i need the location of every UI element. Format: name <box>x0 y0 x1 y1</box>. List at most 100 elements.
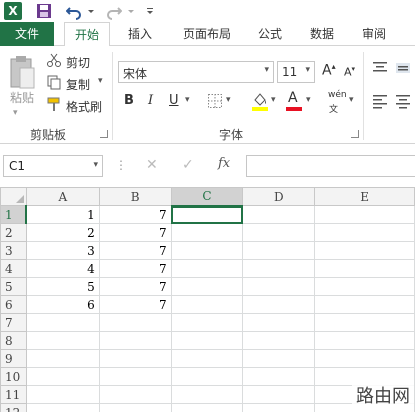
copy-icon[interactable] <box>46 74 62 90</box>
fill-color-button[interactable] <box>251 90 269 112</box>
row-header[interactable]: 7 <box>0 313 27 332</box>
cell-e1[interactable] <box>314 205 415 224</box>
borders-icon[interactable] <box>207 93 223 109</box>
cell-d5[interactable] <box>242 277 316 296</box>
phonetic-dropdown-icon[interactable]: ▾ <box>349 95 354 105</box>
formula-bar-splitter[interactable]: ⋮ <box>115 158 127 172</box>
cell-d9[interactable] <box>242 349 316 368</box>
cell-e10[interactable] <box>314 367 415 386</box>
cell-e9[interactable] <box>314 349 415 368</box>
tab-file[interactable]: 文件 <box>0 22 54 46</box>
cell-a8[interactable] <box>25 331 100 350</box>
copy-label[interactable]: 复制 <box>66 76 90 93</box>
redo-dropdown-icon[interactable] <box>126 2 136 20</box>
row-header[interactable]: 5 <box>0 277 27 296</box>
cell-a2[interactable]: 2 <box>25 223 100 242</box>
row-header[interactable]: 10 <box>0 367 27 386</box>
tab-data[interactable]: 数据 <box>304 22 340 46</box>
select-all-corner[interactable] <box>0 187 27 206</box>
cell-c8[interactable] <box>170 331 244 350</box>
align-center-icon[interactable] <box>395 93 411 109</box>
cut-icon[interactable] <box>46 52 62 68</box>
enter-icon[interactable]: ✓ <box>182 157 196 173</box>
font-launcher-icon[interactable] <box>351 130 359 138</box>
row-header[interactable]: 1 <box>0 205 28 224</box>
italic-button[interactable]: I <box>148 93 153 108</box>
cell-e2[interactable] <box>314 223 415 242</box>
cell-d10[interactable] <box>242 367 316 386</box>
cancel-icon[interactable]: ✕ <box>146 157 160 173</box>
font-size-select[interactable]: 11 ▾ <box>277 61 315 83</box>
cell-d7[interactable] <box>242 313 316 332</box>
cell-d2[interactable] <box>242 223 316 242</box>
cell-d11[interactable] <box>242 385 316 404</box>
tab-page-layout[interactable]: 页面布局 <box>174 22 240 46</box>
cell-d12[interactable] <box>242 403 316 412</box>
cell-a7[interactable] <box>25 313 100 332</box>
cell-e5[interactable] <box>314 277 415 296</box>
align-left-icon[interactable] <box>372 93 388 109</box>
row-header[interactable]: 4 <box>0 259 27 278</box>
borders-dropdown-icon[interactable]: ▾ <box>226 95 231 105</box>
undo-dropdown-icon[interactable] <box>86 2 96 20</box>
underline-button[interactable]: U <box>169 93 179 108</box>
cell-a1[interactable]: 1 <box>25 205 100 224</box>
underline-dropdown-icon[interactable]: ▾ <box>185 95 190 105</box>
phonetic-guide-button[interactable]: wén <box>328 90 347 100</box>
cut-label[interactable]: 剪切 <box>66 54 90 71</box>
cell-b12[interactable] <box>98 403 172 412</box>
cell-c12[interactable] <box>170 403 244 412</box>
cell-b6[interactable]: 7 <box>98 295 172 314</box>
cell-c6[interactable] <box>170 295 244 314</box>
cell-c3[interactable] <box>170 241 244 260</box>
format-painter-icon[interactable] <box>46 96 62 112</box>
column-header[interactable]: A <box>25 187 100 206</box>
cell-b3[interactable]: 7 <box>98 241 172 260</box>
font-color-dropdown-icon[interactable]: ▾ <box>306 95 311 105</box>
cell-e4[interactable] <box>314 259 415 278</box>
cell-c5[interactable] <box>170 277 244 296</box>
cell-a11[interactable] <box>25 385 100 404</box>
cell-b5[interactable]: 7 <box>98 277 172 296</box>
name-box-dropdown-icon[interactable]: ▾ <box>93 160 98 170</box>
top-align-icon[interactable] <box>372 60 388 76</box>
insert-function-button[interactable]: fx <box>218 156 234 171</box>
format-painter-label[interactable]: 格式刷 <box>66 98 102 115</box>
column-header[interactable]: D <box>242 187 316 206</box>
cell-b4[interactable]: 7 <box>98 259 172 278</box>
shrink-font-button[interactable]: A▾ <box>344 65 355 79</box>
tab-formulas[interactable]: 公式 <box>252 22 288 46</box>
cell-c11[interactable] <box>170 385 244 404</box>
cell-e3[interactable] <box>314 241 415 260</box>
row-header[interactable]: 2 <box>0 223 27 242</box>
cell-b8[interactable] <box>98 331 172 350</box>
redo-icon[interactable] <box>106 2 123 20</box>
bold-button[interactable]: B <box>124 93 134 108</box>
row-header[interactable]: 9 <box>0 349 27 368</box>
column-header-selected[interactable]: C <box>170 187 244 207</box>
tab-home[interactable]: 开始 <box>64 22 110 47</box>
cell-b10[interactable] <box>98 367 172 386</box>
cell-d6[interactable] <box>242 295 316 314</box>
cell-d1[interactable] <box>242 205 316 224</box>
cell-b1[interactable]: 7 <box>98 205 172 224</box>
cell-d8[interactable] <box>242 331 316 350</box>
cell-a3[interactable]: 3 <box>25 241 100 260</box>
cell-e7[interactable] <box>314 313 415 332</box>
grow-font-button[interactable]: A▴ <box>322 62 336 79</box>
column-header[interactable]: B <box>98 187 172 206</box>
cell-c4[interactable] <box>170 259 244 278</box>
cell-b11[interactable] <box>98 385 172 404</box>
cell-c1[interactable] <box>170 205 244 224</box>
fill-color-dropdown-icon[interactable]: ▾ <box>271 95 276 105</box>
cell-c7[interactable] <box>170 313 244 332</box>
font-family-select[interactable]: 宋体 ▾ <box>118 61 274 83</box>
cell-a6[interactable]: 6 <box>25 295 100 314</box>
cell-d4[interactable] <box>242 259 316 278</box>
cell-a9[interactable] <box>25 349 100 368</box>
copy-dropdown-icon[interactable]: ▾ <box>98 76 103 86</box>
middle-align-icon[interactable] <box>395 60 411 76</box>
clipboard-launcher-icon[interactable] <box>100 130 108 138</box>
cell-a12[interactable] <box>25 403 100 412</box>
cell-b2[interactable]: 7 <box>98 223 172 242</box>
